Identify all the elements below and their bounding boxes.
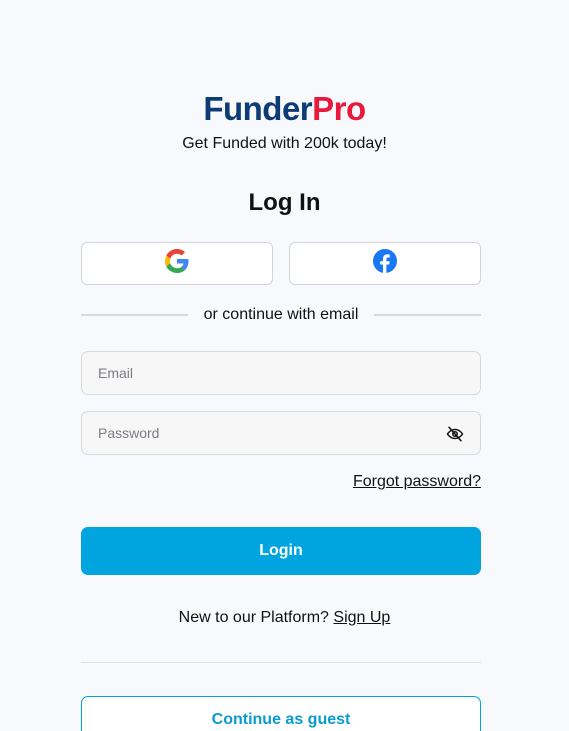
page-title: Log In [248,189,321,216]
logo-text-funder: Funder [203,90,313,127]
funderpro-logo: FunderPro [0,90,569,128]
tagline: Get Funded with 200k today! [182,135,387,152]
google-login-button[interactable] [81,242,273,285]
password-input[interactable] [82,412,428,454]
login-page: FunderPro Get Funded with 200k today! Lo… [0,0,569,731]
forgot-password-link[interactable]: Forgot password? [353,472,481,492]
signup-row: New to our Platform? Sign Up [0,608,569,628]
signup-link[interactable]: Sign Up [333,609,390,626]
facebook-icon [373,249,397,278]
facebook-login-button[interactable] [289,242,481,285]
email-input[interactable] [82,352,428,394]
continue-as-guest-button[interactable]: Continue as guest [81,696,481,731]
logo-text-pro: Pro [312,90,366,127]
divider-line-right [374,314,481,316]
google-icon [165,249,189,278]
signup-prompt: New to our Platform? [178,609,329,626]
email-divider: or continue with email [81,304,481,326]
login-button[interactable]: Login [81,527,481,575]
email-field-container [81,351,481,395]
section-divider [81,662,481,663]
eye-off-icon[interactable] [446,425,464,443]
password-field-container [81,411,481,455]
